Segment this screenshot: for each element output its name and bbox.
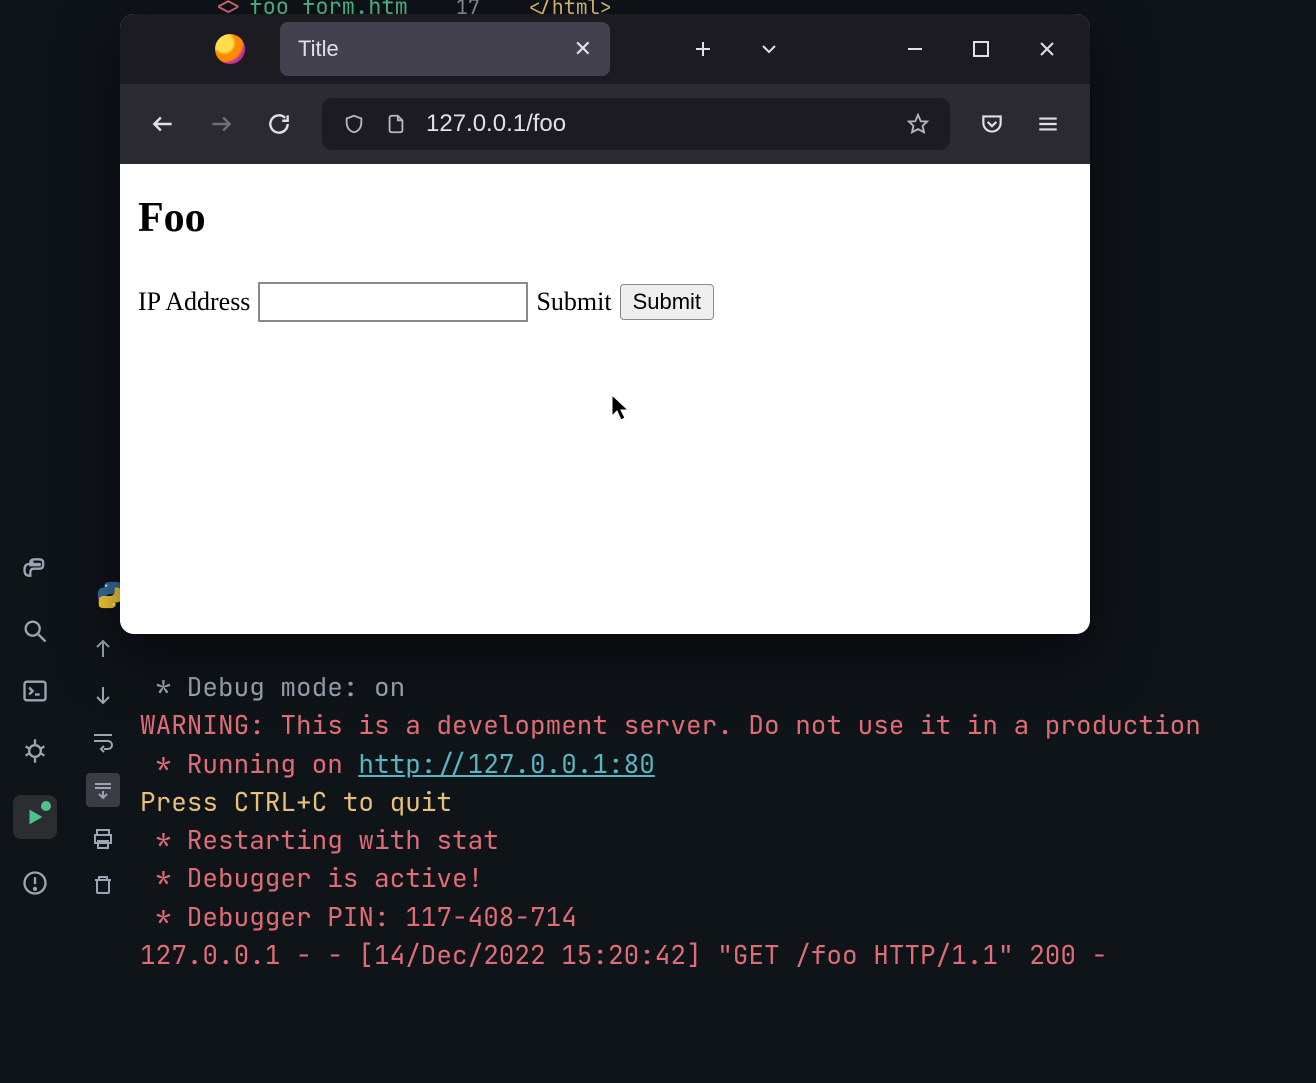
terminal-tool-icon[interactable] <box>19 675 51 707</box>
window-minimize-icon[interactable] <box>902 36 928 62</box>
new-tab-icon[interactable] <box>690 36 716 62</box>
terminal-line: WARNING: This is a development server. D… <box>140 707 1201 742</box>
page-heading: Foo <box>138 194 1072 242</box>
search-icon[interactable] <box>19 615 51 647</box>
browser-window: Title ✕ 127.0.0.1/foo Foo <box>120 14 1090 634</box>
problems-tool-icon[interactable] <box>19 867 51 899</box>
browser-tab-title: Title <box>298 36 339 62</box>
terminal-line: * Debugger is active! <box>140 860 483 895</box>
page-content: Foo IP Address Submit Submit <box>120 164 1090 634</box>
window-close-icon[interactable] <box>1034 36 1060 62</box>
browser-toolbar: 127.0.0.1/foo <box>120 84 1090 164</box>
page-info-icon[interactable] <box>384 112 408 136</box>
ip-address-label: IP Address <box>138 287 250 317</box>
nav-forward-icon[interactable] <box>206 109 236 139</box>
submit-label: Submit <box>536 287 611 317</box>
scroll-to-end-icon[interactable] <box>86 773 120 807</box>
terminal-line: * Debugger PIN: 117-408-714 <box>140 899 577 934</box>
ide-run-tool-column <box>80 635 125 899</box>
nav-back-icon[interactable] <box>148 109 178 139</box>
form-row: IP Address Submit Submit <box>138 282 1072 322</box>
print-icon[interactable] <box>89 825 117 853</box>
terminal-line: 127.0.0.1 - - [14/Dec/2022 15:20:42] "GE… <box>140 937 1107 972</box>
ip-address-input[interactable] <box>258 282 528 322</box>
shield-icon[interactable] <box>342 112 366 136</box>
terminal-line: Press CTRL+C to quit <box>140 784 452 819</box>
bookmark-star-icon[interactable] <box>906 112 930 136</box>
submit-button[interactable]: Submit <box>620 284 714 320</box>
run-active-indicator-icon <box>41 801 51 811</box>
soft-wrap-icon[interactable] <box>89 727 117 755</box>
window-maximize-icon[interactable] <box>968 36 994 62</box>
browser-tab[interactable]: Title ✕ <box>280 22 610 76</box>
server-url-link[interactable]: http://127.0.0.1:80 <box>358 746 654 781</box>
url-text: 127.0.0.1/foo <box>426 110 888 138</box>
run-button[interactable] <box>13 795 57 839</box>
debug-tool-icon[interactable] <box>19 735 51 767</box>
terminal-line: * Running on http://127.0.0.1:80 <box>140 746 655 781</box>
nav-reload-icon[interactable] <box>264 109 294 139</box>
terminal-line: * Debug mode: on <box>140 669 405 704</box>
scroll-down-icon[interactable] <box>89 681 117 709</box>
trash-icon[interactable] <box>89 871 117 899</box>
terminal-line: * Restarting with stat <box>140 822 499 857</box>
terminal-output[interactable]: * Debug mode: on WARNING: This is a deve… <box>140 630 1316 974</box>
python-tool-icon[interactable] <box>19 555 51 587</box>
app-menu-icon[interactable] <box>1034 110 1062 138</box>
firefox-logo-icon[interactable] <box>215 34 245 64</box>
scroll-up-icon[interactable] <box>89 635 117 663</box>
mouse-cursor-icon <box>610 394 632 422</box>
pocket-icon[interactable] <box>978 110 1006 138</box>
close-tab-icon[interactable]: ✕ <box>574 36 592 62</box>
all-tabs-dropdown-icon[interactable] <box>756 36 782 62</box>
url-bar[interactable]: 127.0.0.1/foo <box>322 98 950 150</box>
browser-tabstrip: Title ✕ <box>120 14 1090 84</box>
ide-left-gutter <box>0 0 70 1083</box>
